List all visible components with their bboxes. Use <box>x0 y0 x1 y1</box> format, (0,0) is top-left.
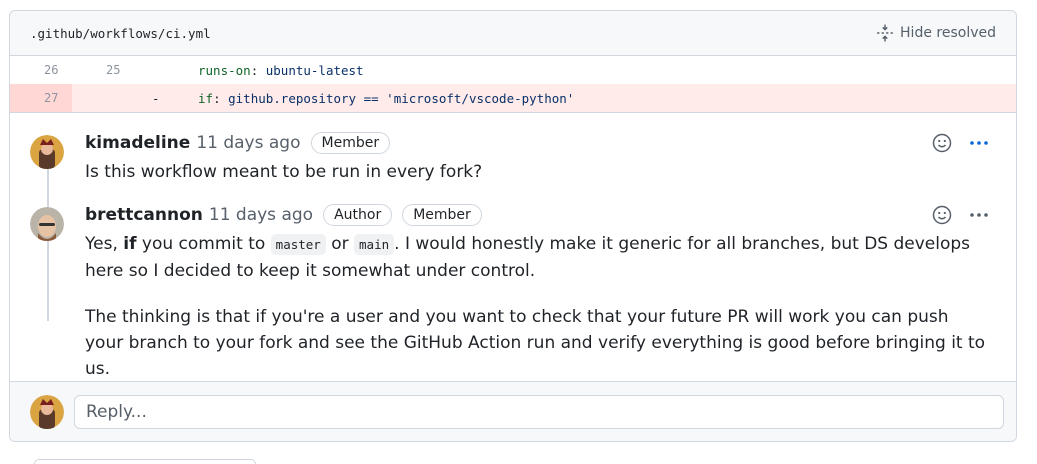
next-thread-edge <box>34 459 256 464</box>
review-thread: .github/workflows/ci.yml Hide resolved 2… <box>9 10 1017 442</box>
comment-paragraph: The thinking is that if you're a user an… <box>85 307 986 379</box>
reply-input[interactable]: Reply... <box>74 394 1004 429</box>
new-line-number[interactable]: 25 <box>72 63 136 77</box>
inline-code: master <box>270 234 326 255</box>
hide-resolved-label: Hide resolved <box>900 25 996 41</box>
comment: brettcannon 11 days ago Author Member Ye <box>10 199 1016 382</box>
add-reaction-icon[interactable] <box>932 133 952 153</box>
code-line: runs-on: ubuntu-latest <box>198 62 364 78</box>
hide-resolved-button[interactable]: Hide resolved <box>876 24 996 42</box>
more-options-icon[interactable] <box>968 205 990 225</box>
yaml-value: github.repository == 'microsoft/vscode-p… <box>228 90 575 106</box>
reply-placeholder: Reply... <box>86 401 147 422</box>
diff-marker: - <box>152 90 160 106</box>
new-line-number <box>72 84 136 112</box>
avatar[interactable] <box>30 207 64 241</box>
comment: kimadeline 11 days ago Member Is this wo… <box>10 127 1016 185</box>
comment-body: Is this workflow meant to be run in ever… <box>85 159 990 185</box>
comment-header: kimadeline 11 days ago Member <box>85 127 990 159</box>
yaml-key: if <box>198 90 214 106</box>
yaml-value: ubuntu-latest <box>265 62 364 78</box>
text-run: Yes, <box>85 234 124 254</box>
yaml-key: runs-on <box>198 62 251 78</box>
inline-code: main <box>354 234 395 255</box>
comment-author[interactable]: kimadeline <box>85 133 190 153</box>
avatar[interactable] <box>30 135 64 169</box>
diff-hunk: 26 25 runs-on: ubuntu-latest 27 - if: gi… <box>10 56 1016 112</box>
more-options-icon[interactable] <box>968 133 990 153</box>
text-run: you commit to <box>136 234 271 254</box>
comment-timestamp[interactable]: 11 days ago <box>209 205 313 225</box>
reply-bar: Reply... <box>10 381 1016 441</box>
comment-timestamp[interactable]: 11 days ago <box>196 133 300 153</box>
add-reaction-icon[interactable] <box>932 205 952 225</box>
comment-actions <box>932 205 990 225</box>
comment-header: brettcannon 11 days ago Author Member <box>85 199 990 231</box>
text-run: or <box>325 234 355 254</box>
comment-body: Yes, if you commit to master or main. I … <box>85 231 990 382</box>
comment-paragraph: Yes, if you commit to master or main. I … <box>85 231 990 284</box>
fold-icon <box>877 24 893 42</box>
role-badge-author: Author <box>323 204 393 226</box>
comment-author[interactable]: brettcannon <box>85 205 203 225</box>
diff-row: 26 25 runs-on: ubuntu-latest <box>10 56 1016 84</box>
role-badge-member: Member <box>402 204 482 226</box>
comment-text: Is this workflow meant to be run in ever… <box>85 162 483 182</box>
role-badge-member: Member <box>310 132 391 154</box>
comment-actions <box>932 133 990 153</box>
file-header: .github/workflows/ci.yml Hide resolved <box>10 11 1016 56</box>
diff-row-deleted: 27 - if: github.repository == 'microsoft… <box>10 84 1016 112</box>
bold-text: if <box>123 234 137 254</box>
old-line-number[interactable]: 27 <box>10 84 72 112</box>
code-line: if: github.repository == 'microsoft/vsco… <box>198 90 575 106</box>
file-path[interactable]: .github/workflows/ci.yml <box>30 26 211 41</box>
comment-list: kimadeline 11 days ago Member Is this wo… <box>10 112 1016 379</box>
current-user-avatar[interactable] <box>30 394 64 429</box>
old-line-number[interactable]: 26 <box>10 63 72 77</box>
